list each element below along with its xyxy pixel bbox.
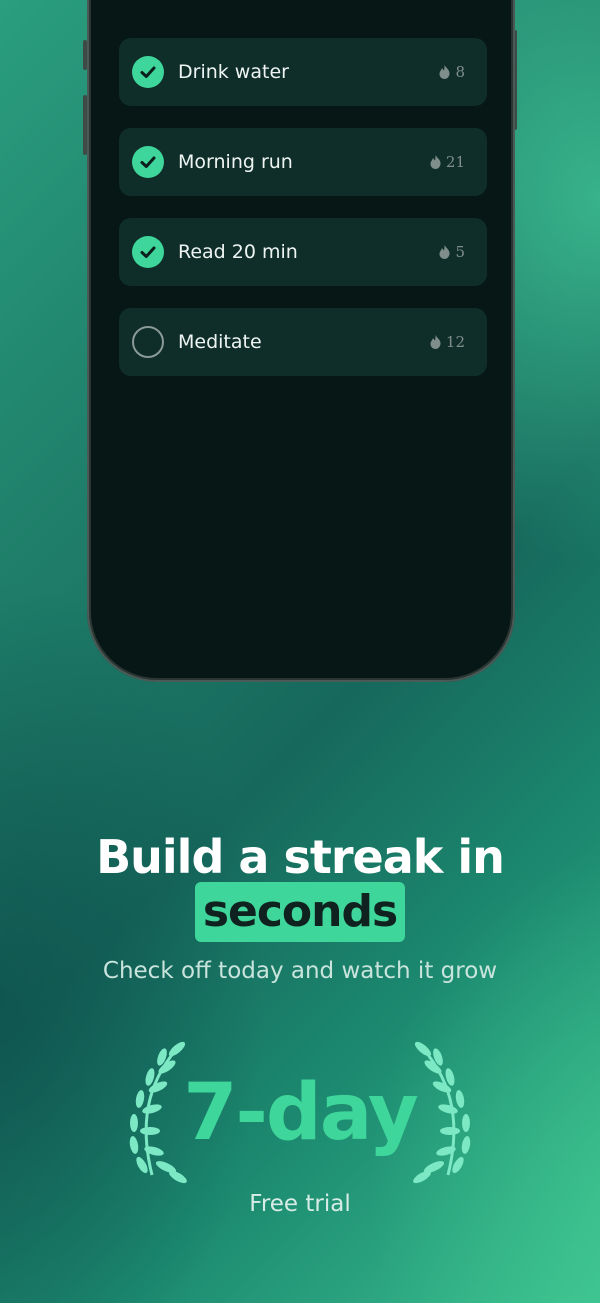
streak-count: 5 [439, 243, 465, 261]
flame-icon [439, 245, 450, 259]
check-circle-icon[interactable] [132, 146, 164, 178]
streak-count: 12 [430, 333, 465, 351]
streak-count: 21 [430, 153, 465, 171]
trial-length: 7-day [183, 1068, 419, 1158]
streak-count: 8 [439, 63, 465, 81]
flame-icon [430, 155, 441, 169]
promo-headline: Build a streak in [96, 830, 505, 884]
empty-circle-icon[interactable] [132, 326, 164, 358]
streak-value: 21 [445, 153, 465, 171]
promo-highlight: seconds [194, 882, 406, 942]
habit-label: Meditate [178, 331, 262, 353]
trial-label: Free trial [249, 1191, 351, 1217]
habit-row-morning-run[interactable]: Morning run 21 [119, 128, 487, 196]
habit-label: Morning run [178, 151, 293, 173]
check-circle-icon[interactable] [132, 56, 164, 88]
promo-subtitle: Check off today and watch it grow [102, 958, 498, 984]
habit-row-meditate[interactable]: Meditate 12 [119, 308, 487, 376]
habit-row-drink-water[interactable]: Drink water 8 [119, 38, 487, 106]
check-circle-icon[interactable] [132, 236, 164, 268]
phone-mockup: Drink water 8 Morning run 21 Read 20 min [87, 0, 515, 682]
flame-icon [439, 65, 450, 79]
flame-icon [430, 335, 441, 349]
phone-screen: Drink water 8 Morning run 21 Read 20 min [91, 0, 511, 678]
streak-value: 12 [445, 333, 465, 351]
highlight-wrapper: seconds [0, 882, 600, 942]
habit-label: Read 20 min [178, 241, 298, 263]
habit-label: Drink water [178, 61, 289, 83]
habit-row-read[interactable]: Read 20 min 5 [119, 218, 487, 286]
streak-value: 8 [455, 63, 465, 81]
streak-value: 5 [455, 243, 465, 261]
